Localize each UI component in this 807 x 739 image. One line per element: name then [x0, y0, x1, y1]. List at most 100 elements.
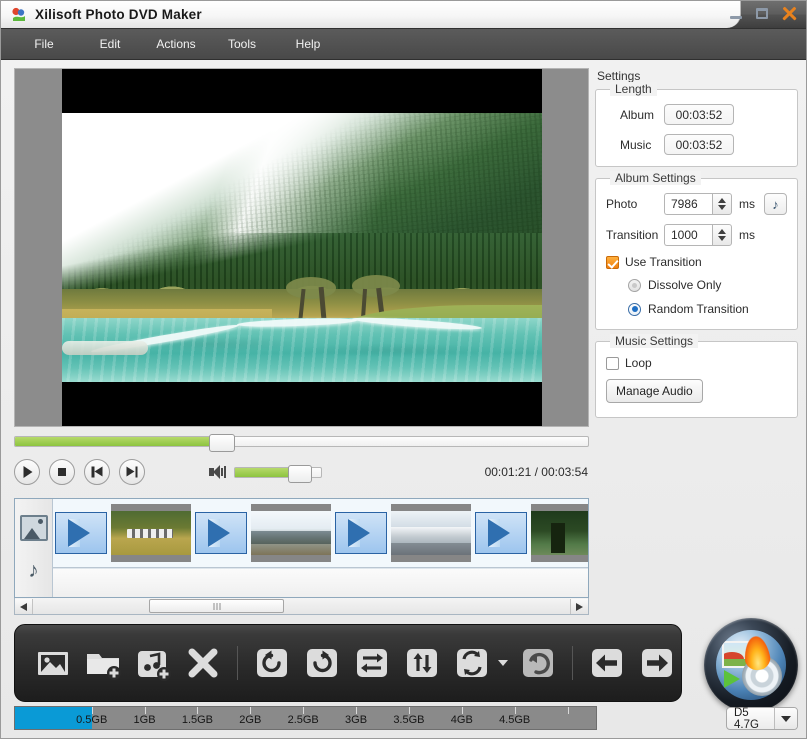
- delete-icon: [181, 641, 225, 685]
- loop-row[interactable]: Loop: [606, 356, 787, 370]
- move-left-button[interactable]: [585, 641, 629, 685]
- photo-thumbnail[interactable]: [111, 504, 191, 562]
- delete-button[interactable]: [181, 641, 225, 685]
- photo-duration-spin-buttons[interactable]: [712, 193, 732, 215]
- photo-track-icon[interactable]: [20, 515, 48, 541]
- playback-row: 00:01:21 / 00:03:54: [14, 452, 589, 492]
- next-button[interactable]: [119, 459, 145, 485]
- transition-marker[interactable]: [335, 512, 387, 554]
- seek-thumb[interactable]: [209, 434, 235, 452]
- effects-icon: [450, 641, 494, 685]
- volume-fill: [235, 468, 292, 477]
- seek-slider[interactable]: [14, 436, 589, 447]
- chevron-down-icon[interactable]: [774, 708, 797, 729]
- storyboard-rail: ♪: [15, 499, 53, 597]
- rotate-left-icon: [250, 641, 294, 685]
- application-window: Xilisoft Photo DVD Maker File Edit Actio…: [0, 0, 807, 739]
- capacity-tick-label: 3.5GB: [393, 714, 424, 726]
- burn-button[interactable]: [704, 618, 798, 712]
- photo-thumbnail[interactable]: [391, 504, 471, 562]
- transition-duration-unit: ms: [739, 228, 755, 242]
- move-right-icon: [635, 641, 679, 685]
- add-music-icon: [131, 641, 175, 685]
- spin-down-icon[interactable]: [718, 236, 726, 241]
- flip-vertical-button[interactable]: [400, 641, 444, 685]
- capacity-tick-label: 2.5GB: [288, 714, 319, 726]
- transition-duration-stepper[interactable]: 1000: [664, 224, 732, 246]
- dissolve-only-row[interactable]: Dissolve Only: [628, 278, 787, 292]
- play-icon: [24, 466, 33, 478]
- settings-title: Settings: [597, 69, 798, 83]
- left-column: 00:01:21 / 00:03:54 ♪: [1, 60, 589, 622]
- effects-button[interactable]: [450, 641, 494, 685]
- transition-duration-spin-buttons[interactable]: [712, 224, 732, 246]
- random-transition-row[interactable]: Random Transition: [628, 302, 787, 316]
- use-transition-row[interactable]: Use Transition: [606, 255, 787, 269]
- volume-thumb[interactable]: [288, 465, 312, 483]
- chevron-down-icon[interactable]: [498, 660, 508, 666]
- add-photo-icon: [31, 641, 75, 685]
- photo-duration-input[interactable]: 7986: [664, 193, 712, 215]
- disc-type-select[interactable]: D5 4.7G: [726, 707, 798, 730]
- next-icon: [127, 467, 138, 478]
- spin-down-icon[interactable]: [718, 205, 726, 210]
- volume-slider[interactable]: [234, 467, 322, 478]
- add-photo-button[interactable]: [31, 641, 75, 685]
- capacity-tick-label: 0.5GB: [76, 714, 107, 726]
- length-group: Length Album 00:03:52 Music 00:03:52: [595, 89, 798, 167]
- rotate-right-icon: [300, 641, 344, 685]
- play-button[interactable]: [14, 459, 40, 485]
- use-transition-checkbox[interactable]: [606, 256, 619, 269]
- menu-item-file[interactable]: File: [11, 33, 77, 55]
- add-music-button[interactable]: [131, 641, 175, 685]
- photo-thumbnail[interactable]: [531, 504, 588, 562]
- rotate-left-button[interactable]: [250, 641, 294, 685]
- close-icon[interactable]: [780, 5, 799, 23]
- settings-panel: Settings Length Album 00:03:52 Music 00:…: [589, 60, 806, 622]
- dissolve-only-radio[interactable]: [628, 279, 641, 292]
- spin-up-icon[interactable]: [718, 198, 726, 203]
- music-settings-label: Music Settings: [610, 334, 698, 348]
- add-folder-button[interactable]: [81, 641, 125, 685]
- loop-checkbox[interactable]: [606, 357, 619, 370]
- transition-duration-input[interactable]: 1000: [664, 224, 712, 246]
- disc-capacity-bar: 0.5GB 1GB 1.5GB 2GB 2.5GB 3GB 3.5GB 4GB …: [14, 706, 597, 730]
- minimize-icon[interactable]: [728, 6, 745, 22]
- previous-button[interactable]: [84, 459, 110, 485]
- storyboard-scrollbar[interactable]: [14, 598, 589, 615]
- music-settings-group: Music Settings Loop Manage Audio: [595, 341, 798, 418]
- scroll-right-icon[interactable]: [570, 599, 588, 614]
- photo-preview[interactable]: [14, 68, 589, 427]
- maximize-icon[interactable]: [754, 6, 771, 22]
- disc-type-value: D5 4.7G: [727, 707, 774, 731]
- transition-marker[interactable]: [195, 512, 247, 554]
- random-transition-radio[interactable]: [628, 303, 641, 316]
- dissolve-only-label: Dissolve Only: [648, 278, 721, 292]
- undo-button[interactable]: [516, 641, 560, 685]
- transition-marker[interactable]: [475, 512, 527, 554]
- music-track-icon[interactable]: ♪: [22, 560, 46, 582]
- storyboard-main: [53, 499, 588, 597]
- volume-icon[interactable]: [209, 465, 226, 479]
- music-length-row: Music 00:03:52: [606, 134, 787, 155]
- transition-marker[interactable]: [55, 512, 107, 554]
- stop-button[interactable]: [49, 459, 75, 485]
- audio-track[interactable]: [53, 568, 588, 597]
- music-length-label: Music: [606, 138, 664, 152]
- menu-item-tools[interactable]: Tools: [209, 33, 275, 55]
- scroll-left-icon[interactable]: [15, 599, 33, 614]
- music-note-icon[interactable]: ♪: [764, 193, 787, 215]
- rotate-right-button[interactable]: [300, 641, 344, 685]
- manage-audio-button[interactable]: Manage Audio: [606, 379, 703, 403]
- menu-item-actions[interactable]: Actions: [143, 33, 209, 55]
- menu-item-help[interactable]: Help: [275, 33, 341, 55]
- scrollbar-thumb[interactable]: [149, 599, 284, 613]
- spin-up-icon[interactable]: [718, 229, 726, 234]
- menu-item-edit[interactable]: Edit: [77, 33, 143, 55]
- photo-duration-stepper[interactable]: 7986: [664, 193, 732, 215]
- move-right-button[interactable]: [635, 641, 679, 685]
- flip-horizontal-button[interactable]: [350, 641, 394, 685]
- storyboard-track[interactable]: [53, 499, 588, 568]
- photo-thumbnail[interactable]: [251, 504, 331, 562]
- transition-duration-row: Transition 1000 ms: [606, 224, 787, 246]
